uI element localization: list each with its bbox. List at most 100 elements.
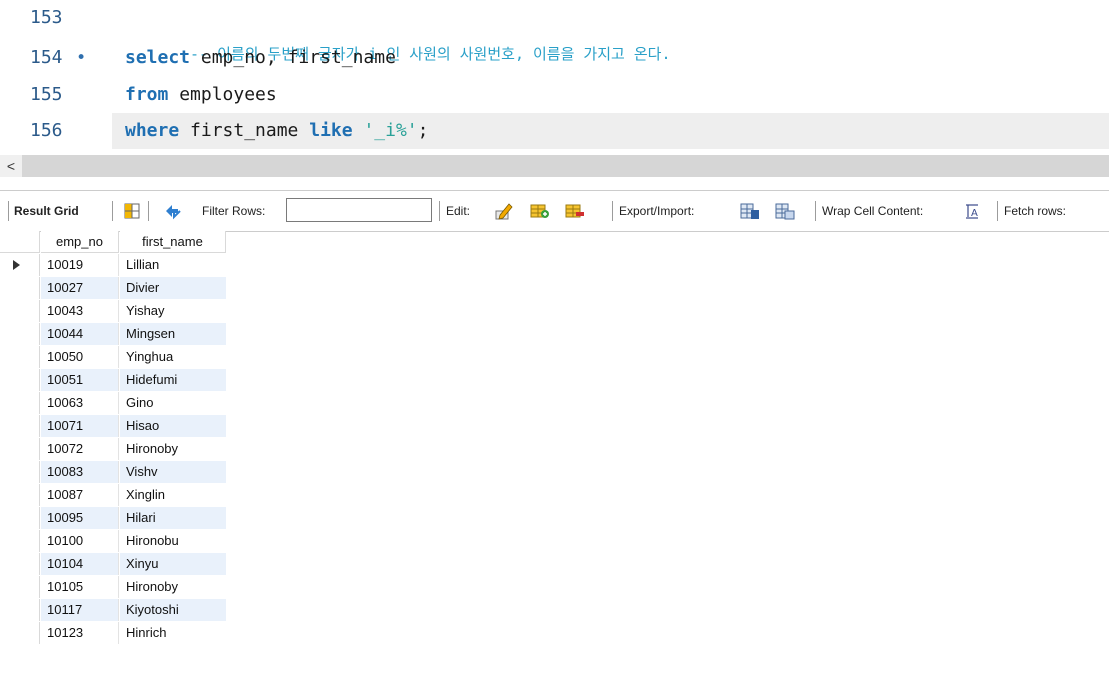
row-selector[interactable] [0, 323, 40, 345]
row-selector[interactable] [0, 277, 40, 299]
toolbar-divider [815, 201, 816, 221]
row-selector[interactable] [0, 553, 40, 575]
cell-first-name[interactable]: Gino [120, 392, 226, 414]
row-selector[interactable] [0, 392, 40, 414]
code-text[interactable]: from employees [125, 77, 277, 113]
row-selector[interactable] [0, 507, 40, 529]
cell-emp-no[interactable]: 10117 [41, 599, 119, 621]
toolbar-divider [997, 201, 998, 221]
line-number: 154 [30, 47, 63, 68]
export-icon[interactable] [740, 201, 760, 221]
toolbar-divider [612, 201, 613, 221]
row-selector[interactable] [0, 622, 40, 644]
cell-emp-no[interactable]: 10072 [41, 438, 119, 460]
code-text[interactable]: -- 이름의 두번째 글자가 i 인 사원의 사원번호, 이름을 가지고 온다. [125, 0, 670, 63]
cell-emp-no[interactable]: 10095 [41, 507, 119, 529]
row-selector[interactable] [0, 254, 40, 276]
cell-first-name[interactable]: Hidefumi [120, 369, 226, 391]
cell-emp-no[interactable]: 10071 [41, 415, 119, 437]
statement-marker-icon: • [76, 48, 87, 68]
edit-label: Edit: [446, 204, 471, 218]
line-number: 155 [30, 84, 63, 105]
toolbar-divider [112, 201, 113, 221]
cell-first-name[interactable]: Hinrich [120, 622, 226, 644]
cell-emp-no[interactable]: 10105 [41, 576, 119, 598]
sql-string: '_i%' [363, 120, 418, 141]
edit-pencil-icon[interactable] [494, 201, 514, 221]
cell-first-name[interactable]: Xinglin [120, 484, 226, 506]
column-header-first-name[interactable]: first_name [120, 231, 226, 253]
filter-rows-input[interactable] [286, 198, 432, 222]
cell-first-name[interactable]: Hironoby [120, 576, 226, 598]
code-text[interactable]: where first_name like '_i%'; [125, 113, 428, 149]
row-selector[interactable] [0, 599, 40, 621]
sql-text: emp_no, first_name [190, 47, 396, 68]
sql-keyword: from [125, 84, 169, 105]
wrap-text-icon[interactable]: A [962, 201, 982, 221]
row-selector[interactable] [0, 530, 40, 552]
cell-emp-no[interactable]: 10027 [41, 277, 119, 299]
row-selector[interactable] [0, 438, 40, 460]
add-row-icon[interactable] [530, 201, 550, 221]
cell-emp-no[interactable]: 10087 [41, 484, 119, 506]
cell-emp-no[interactable]: 10051 [41, 369, 119, 391]
cell-first-name[interactable]: Yinghua [120, 346, 226, 368]
editor-horizontal-scrollbar[interactable]: < [0, 155, 1109, 177]
sql-text: ; [417, 120, 429, 141]
line-gutter: 153 [0, 0, 112, 36]
export-import-label: Export/Import: [619, 204, 695, 218]
cell-first-name[interactable]: Vishv [120, 461, 226, 483]
row-selector[interactable] [0, 346, 40, 368]
editor-line-153[interactable]: 153 -- 이름의 두번째 글자가 i 인 사원의 사원번호, 이름을 가지고… [0, 0, 1109, 63]
cell-first-name[interactable]: Yishay [120, 300, 226, 322]
cell-emp-no[interactable]: 10063 [41, 392, 119, 414]
editor-line-154[interactable]: 154 • select emp_no, first_name [0, 40, 1109, 76]
fetch-rows-label: Fetch rows: [1004, 204, 1067, 218]
sql-keyword: select [125, 47, 191, 68]
cell-emp-no[interactable]: 10104 [41, 553, 119, 575]
line-gutter: 156 [0, 113, 112, 149]
column-header-emp-no[interactable]: emp_no [41, 231, 119, 253]
row-selector[interactable] [0, 461, 40, 483]
cell-first-name[interactable]: Xinyu [120, 553, 226, 575]
scroll-left-arrow-icon[interactable]: < [0, 155, 22, 177]
cell-first-name[interactable]: Lillian [120, 254, 226, 276]
cell-emp-no[interactable]: 10100 [41, 530, 119, 552]
sql-text: employees [168, 84, 277, 105]
cell-first-name[interactable]: Hisao [120, 415, 226, 437]
row-selector[interactable] [0, 415, 40, 437]
line-number: 153 [30, 7, 63, 28]
cell-first-name[interactable]: Kiyotoshi [120, 599, 226, 621]
editor-line-155[interactable]: 155 from employees [0, 77, 1109, 113]
import-icon[interactable] [775, 201, 795, 221]
code-text[interactable]: select emp_no, first_name [125, 40, 396, 76]
cell-emp-no[interactable]: 10123 [41, 622, 119, 644]
editor-line-156[interactable]: 156 where first_name like '_i%'; [0, 113, 1109, 149]
line-number: 156 [30, 120, 63, 141]
cell-first-name[interactable]: Hironobu [120, 530, 226, 552]
row-selector[interactable] [0, 300, 40, 322]
filter-rows-label: Filter Rows: [202, 204, 266, 218]
cell-emp-no[interactable]: 10083 [41, 461, 119, 483]
result-grid-tab[interactable]: Result Grid [14, 191, 79, 231]
cell-emp-no[interactable]: 10050 [41, 346, 119, 368]
sql-keyword: like [309, 120, 353, 141]
line-gutter: 155 [0, 77, 112, 113]
cell-emp-no[interactable]: 10044 [41, 323, 119, 345]
cell-first-name[interactable]: Divier [120, 277, 226, 299]
refresh-icon[interactable] [163, 201, 183, 221]
grid-layout-icon[interactable] [122, 201, 142, 221]
cell-first-name[interactable]: Hilari [120, 507, 226, 529]
cell-first-name[interactable]: Hironoby [120, 438, 226, 460]
row-selector[interactable] [0, 484, 40, 506]
sql-editor[interactable]: 153 -- 이름의 두번째 글자가 i 인 사원의 사원번호, 이름을 가지고… [0, 0, 1109, 152]
row-selector[interactable] [0, 576, 40, 598]
row-selector[interactable] [0, 369, 40, 391]
delete-row-icon[interactable] [565, 201, 585, 221]
cell-first-name[interactable]: Mingsen [120, 323, 226, 345]
cell-emp-no[interactable]: 10019 [41, 254, 119, 276]
sql-keyword: where [125, 120, 180, 141]
cell-emp-no[interactable]: 10043 [41, 300, 119, 322]
row-selector-header[interactable] [0, 231, 40, 253]
